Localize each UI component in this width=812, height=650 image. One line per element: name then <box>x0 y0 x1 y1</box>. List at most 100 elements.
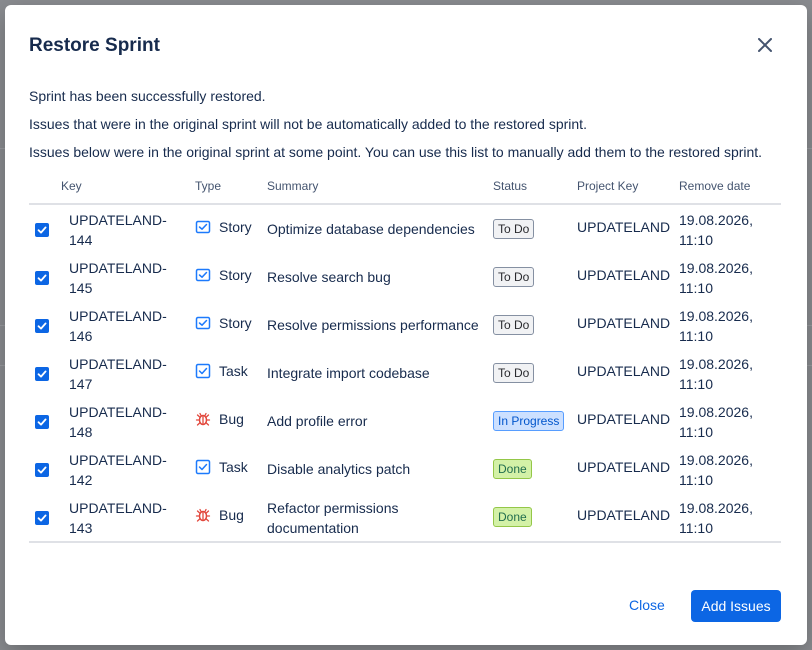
table-header: Key Type Summary Status Project Key Remo… <box>29 175 781 205</box>
row-checkbox[interactable] <box>35 271 49 285</box>
remove-date-day: 19.08.2026, <box>679 260 753 276</box>
project-key: UPDATELAND <box>577 267 671 283</box>
issue-key[interactable]: UPDATELAND- 145 <box>69 258 179 298</box>
project-key: UPDATELAND <box>577 363 671 379</box>
issue-key-line: UPDATELAND- <box>69 260 167 276</box>
column-header-key[interactable]: Key <box>61 179 82 193</box>
close-button[interactable]: Close <box>629 597 665 613</box>
table-row: UPDATELAND- 145 Story Resolve search bug To … <box>29 253 781 301</box>
status-lozenge: To Do <box>493 315 535 335</box>
column-header-project-key[interactable]: Project Key <box>577 179 638 193</box>
remove-date-day: 19.08.2026, <box>679 308 753 324</box>
restore-sprint-dialog: Restore Sprint Sprint has been successfu… <box>5 5 807 645</box>
remove-date: 19.08.2026, 11:10 <box>679 306 779 346</box>
remove-date: 19.08.2026, 11:10 <box>679 354 779 394</box>
table-row: UPDATELAND- 142 Task Disable analytics patc… <box>29 445 781 493</box>
remove-date-time: 11:10 <box>679 520 713 536</box>
remove-date-time: 11:10 <box>679 472 713 488</box>
project-key: UPDATELAND <box>577 459 671 475</box>
remove-date-time: 11:10 <box>679 328 713 344</box>
issue-key[interactable]: UPDATELAND- 144 <box>69 210 179 250</box>
issue-type-label: Bug <box>219 507 244 523</box>
issue-type: Task <box>195 459 248 475</box>
row-checkbox[interactable] <box>35 415 49 429</box>
project-key: UPDATELAND <box>577 507 671 523</box>
issue-key-number: 146 <box>69 328 93 344</box>
table-body: UPDATELAND- 144 Story Optimize database dep… <box>29 205 781 541</box>
issue-key[interactable]: UPDATELAND- 143 <box>69 498 179 538</box>
issue-status: To Do <box>493 219 535 239</box>
column-header-status[interactable]: Status <box>493 179 527 193</box>
add-issues-button[interactable]: Add Issues <box>691 590 781 622</box>
table-row: UPDATELAND- 143 Bug Refactor permissions doc… <box>29 493 781 541</box>
issue-key-line: UPDATELAND- <box>69 308 167 324</box>
issue-type: Story <box>195 219 252 235</box>
issue-key-line: UPDATELAND- <box>69 404 167 420</box>
issue-type: Story <box>195 267 252 283</box>
remove-date-day: 19.08.2026, <box>679 500 753 516</box>
checkmark-icon <box>37 466 47 474</box>
remove-date-time: 11:10 <box>679 376 713 392</box>
issue-key[interactable]: UPDATELAND- 148 <box>69 402 179 442</box>
issue-key-line: UPDATELAND- <box>69 500 167 516</box>
issue-summary-line: Optimize database dependencies <box>267 221 475 237</box>
row-checkbox[interactable] <box>35 463 49 477</box>
issue-summary-line: Disable analytics patch <box>267 461 411 477</box>
issue-type-label: Story <box>219 267 252 283</box>
remove-date: 19.08.2026, 11:10 <box>679 210 779 250</box>
table-row: UPDATELAND- 144 Story Optimize database dep… <box>29 205 781 253</box>
issue-key-number: 144 <box>69 232 93 248</box>
story-icon <box>195 219 211 235</box>
checkmark-icon <box>37 418 47 426</box>
checkmark-icon <box>37 274 47 282</box>
status-lozenge: In Progress <box>493 411 565 431</box>
issue-key[interactable]: UPDATELAND- 142 <box>69 450 179 490</box>
issue-summary-line: documentation <box>267 520 359 536</box>
row-checkbox[interactable] <box>35 511 49 525</box>
column-header-summary[interactable]: Summary <box>267 179 318 193</box>
column-header-remove-date[interactable]: Remove date <box>679 179 750 193</box>
column-header-type[interactable]: Type <box>195 179 221 193</box>
issue-summary: Disable analytics patch <box>267 459 482 479</box>
issue-summary-line: Resolve permissions performance <box>267 317 479 333</box>
issue-key-number: 148 <box>69 424 93 440</box>
issue-summary: Resolve search bug <box>267 267 482 287</box>
task-icon <box>195 459 211 475</box>
story-icon <box>195 315 211 331</box>
issue-type: Bug <box>195 411 244 427</box>
issue-type: Task <box>195 363 248 379</box>
row-checkbox[interactable] <box>35 367 49 381</box>
issue-status: Done <box>493 459 532 479</box>
checkmark-icon <box>37 226 47 234</box>
issue-summary-line: Integrate import codebase <box>267 365 430 381</box>
project-key: UPDATELAND <box>577 219 671 235</box>
issue-key-number: 143 <box>69 520 93 536</box>
table-row: UPDATELAND- 148 Bug Add profile error In Pro… <box>29 397 781 445</box>
checkmark-icon <box>37 514 47 522</box>
status-lozenge: To Do <box>493 363 535 383</box>
remove-date: 19.08.2026, 11:10 <box>679 402 779 442</box>
status-lozenge: Done <box>493 507 532 527</box>
table-bottom-border <box>29 541 781 543</box>
story-icon <box>195 267 211 283</box>
remove-date: 19.08.2026, 11:10 <box>679 498 779 538</box>
issue-key[interactable]: UPDATELAND- 147 <box>69 354 179 394</box>
close-icon[interactable] <box>753 33 777 57</box>
issue-key-line: UPDATELAND- <box>69 356 167 372</box>
table-row: UPDATELAND- 146 Story Resolve permissions p… <box>29 301 781 349</box>
remove-date-day: 19.08.2026, <box>679 404 753 420</box>
issue-status: In Progress <box>493 411 565 431</box>
remove-date: 19.08.2026, 11:10 <box>679 258 779 298</box>
project-key: UPDATELAND <box>577 411 671 427</box>
status-lozenge: To Do <box>493 267 535 287</box>
issue-key-number: 147 <box>69 376 93 392</box>
issue-status: Done <box>493 507 532 527</box>
row-checkbox[interactable] <box>35 223 49 237</box>
issue-key-number: 142 <box>69 472 93 488</box>
issue-key[interactable]: UPDATELAND- 146 <box>69 306 179 346</box>
issue-key-line: UPDATELAND- <box>69 452 167 468</box>
row-checkbox[interactable] <box>35 319 49 333</box>
issue-summary: Integrate import codebase <box>267 363 482 383</box>
issue-key-line: UPDATELAND- <box>69 212 167 228</box>
checkmark-icon <box>37 370 47 378</box>
